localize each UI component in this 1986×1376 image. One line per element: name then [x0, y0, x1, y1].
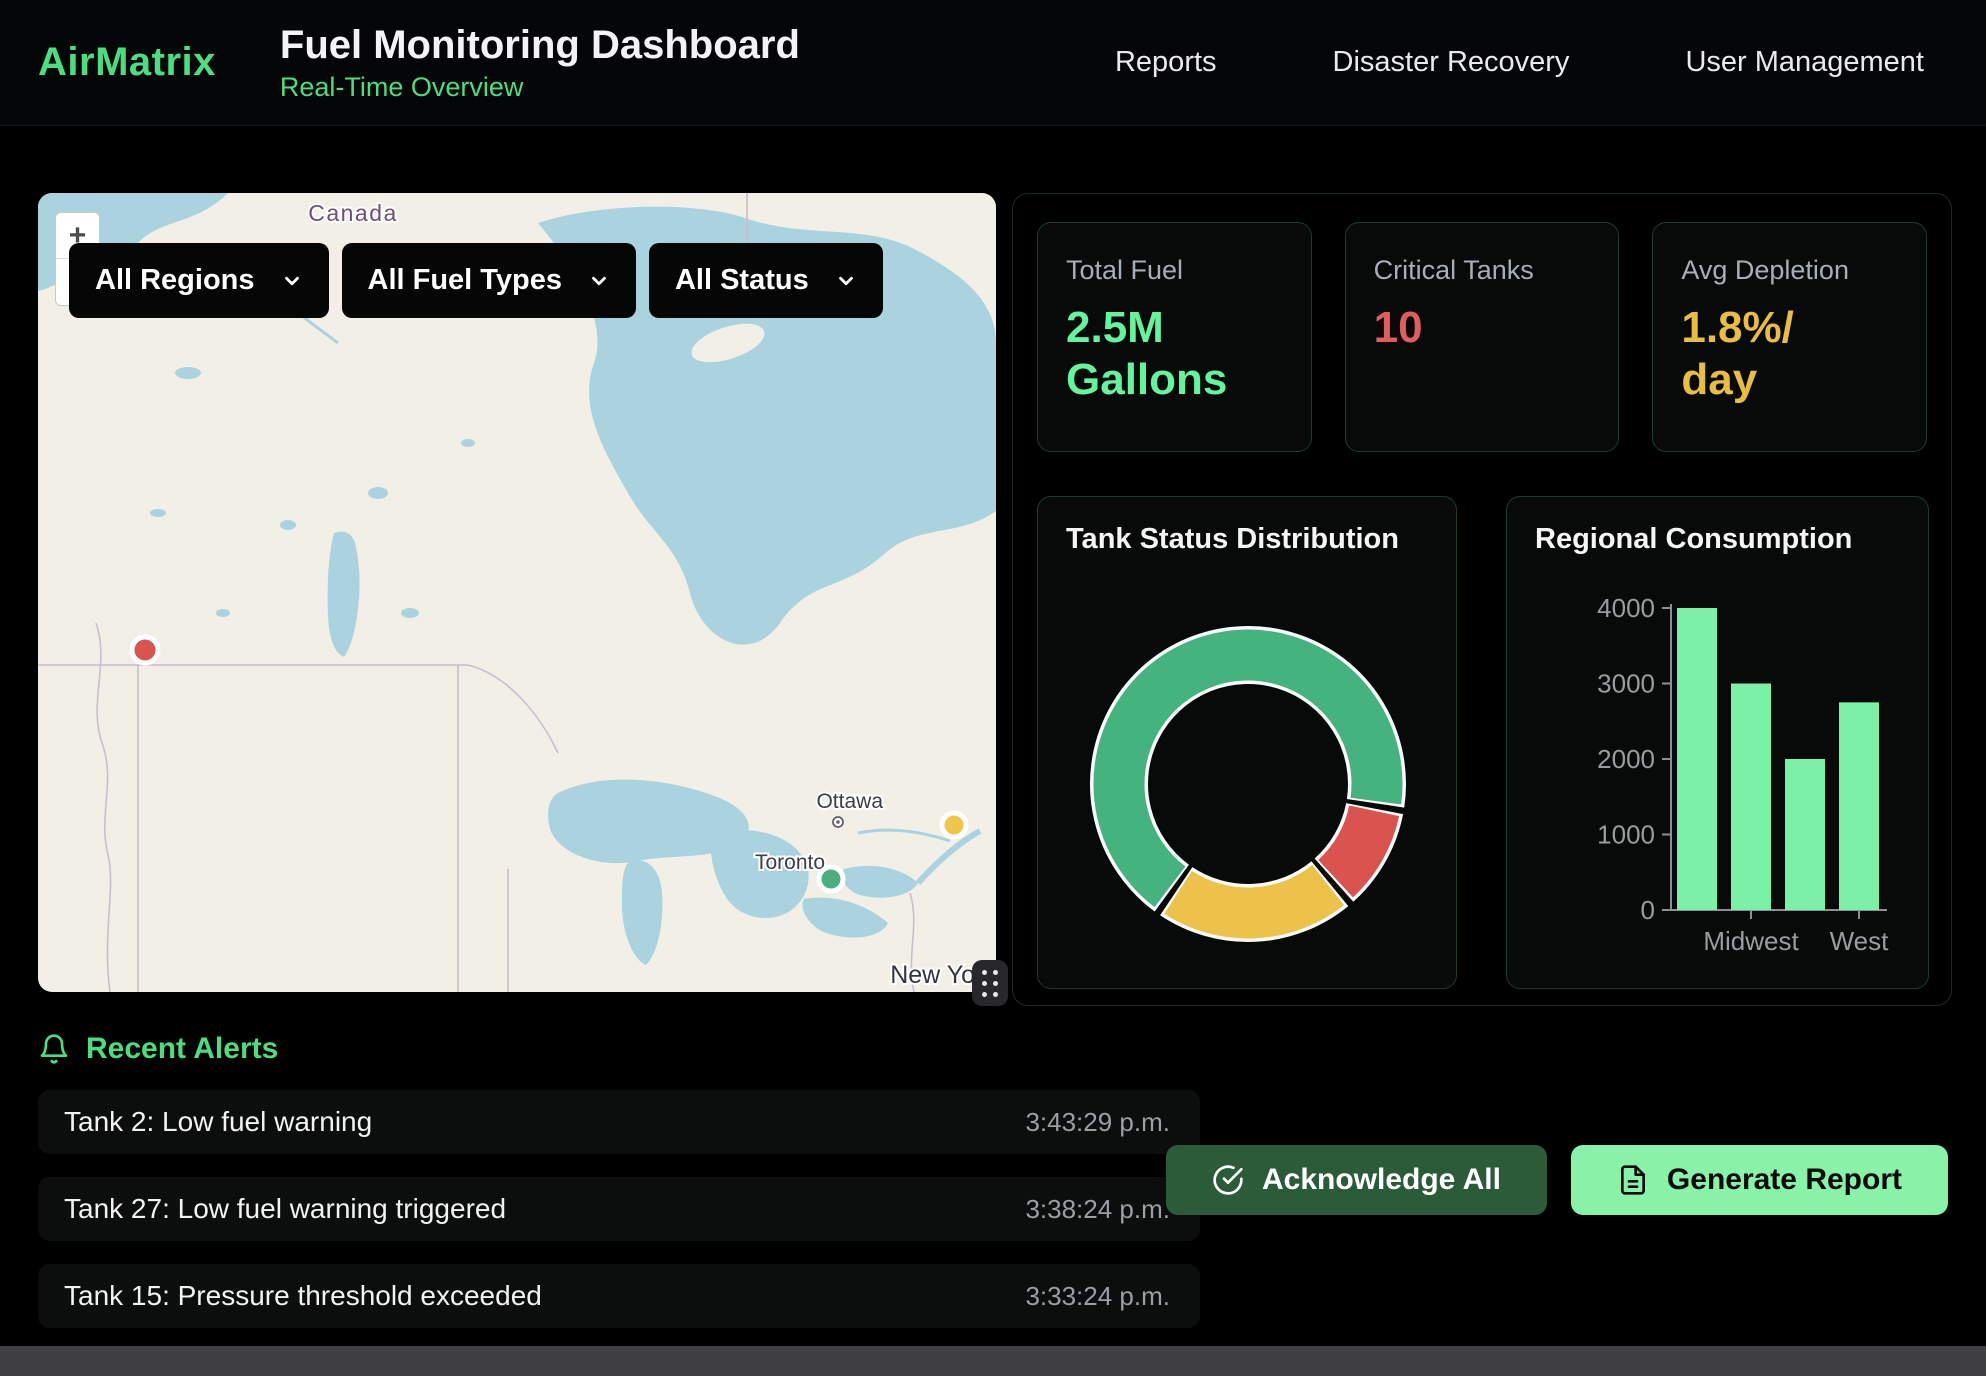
- svg-text:West: West: [1830, 926, 1890, 956]
- bell-icon: [38, 1033, 70, 1065]
- bar-chart-title: Regional Consumption: [1535, 523, 1900, 556]
- filter-label: All Regions: [95, 264, 255, 297]
- alert-message: Tank 2: Low fuel warning: [64, 1106, 372, 1138]
- bar-region-3: [1839, 702, 1879, 910]
- alert-message: Tank 27: Low fuel warning triggered: [64, 1193, 506, 1225]
- nav-reports[interactable]: Reports: [1115, 46, 1217, 79]
- chevron-down-icon: [588, 270, 610, 292]
- map-marker-warning[interactable]: [942, 813, 966, 837]
- alert-message: Tank 15: Pressure threshold exceeded: [64, 1280, 542, 1312]
- bar-region-2: [1785, 759, 1825, 910]
- charts-row: Tank Status Distribution Regional Consum…: [1037, 496, 1927, 989]
- stats-row: Total Fuel 2.5MGallons Critical Tanks 10 Avg…: [1037, 222, 1927, 452]
- main-content: Canada Ottawa Toronto New York + − All R…: [38, 193, 1952, 1006]
- alert-timestamp: 3:33:24 p.m.: [1025, 1281, 1170, 1312]
- svg-text:2000: 2000: [1597, 744, 1655, 774]
- regional-consumption-bar-chart: 0 1000 2000 3000 4000 Midwest West: [1535, 570, 1902, 956]
- window-bottom-bar: [0, 1346, 1986, 1376]
- donut-segment-yellow: [1178, 885, 1328, 913]
- nav-disaster-recovery[interactable]: Disaster Recovery: [1333, 46, 1570, 79]
- alerts-section: Recent Alerts Tank 2: Low fuel warning 3:…: [38, 1032, 1948, 1328]
- stat-card-critical-tanks: Critical Tanks 10: [1345, 222, 1620, 452]
- page-title: Fuel Monitoring Dashboard: [280, 23, 800, 68]
- map-markers: [132, 637, 966, 891]
- map-label-country: Canada: [308, 200, 398, 226]
- chevron-down-icon: [835, 270, 857, 292]
- svg-text:Midwest: Midwest: [1703, 926, 1799, 956]
- map-marker-critical[interactable]: [132, 637, 158, 663]
- alerts-header: Recent Alerts: [38, 1032, 1948, 1066]
- svg-text:0: 0: [1641, 895, 1655, 925]
- main-nav: Reports Disaster Recovery User Management: [1115, 46, 1924, 79]
- brand-logo: AirMatrix: [38, 40, 216, 85]
- app-header: AirMatrix Fuel Monitoring Dashboard Real…: [0, 0, 1986, 126]
- tank-status-donut-chart: [1066, 570, 1430, 950]
- filter-dropdown-all-status[interactable]: All Status: [649, 243, 883, 318]
- nav-user-management[interactable]: User Management: [1685, 46, 1924, 79]
- bar-region-0: [1677, 608, 1717, 910]
- svg-text:4000: 4000: [1597, 593, 1655, 623]
- alert-row: Tank 2: Low fuel warning 3:43:29 p.m.: [38, 1090, 1200, 1154]
- header-titles: Fuel Monitoring Dashboard Real-Time Over…: [280, 23, 800, 103]
- fuel-map[interactable]: Canada Ottawa Toronto New York + − All R…: [38, 193, 996, 992]
- chevron-down-icon: [281, 270, 303, 292]
- check-circle-icon: [1212, 1164, 1244, 1196]
- generate-report-label: Generate Report: [1667, 1163, 1902, 1197]
- filter-dropdown-all-regions[interactable]: All Regions: [69, 243, 329, 318]
- svg-text:3000: 3000: [1597, 669, 1655, 699]
- generate-report-button[interactable]: Generate Report: [1571, 1145, 1948, 1215]
- map-label-ottawa: Ottawa: [816, 790, 883, 813]
- filter-dropdown-all-fuel-types[interactable]: All Fuel Types: [342, 243, 636, 318]
- map-filter-bar: All Regions All Fuel Types All Status: [69, 243, 883, 318]
- svg-text:1000: 1000: [1597, 820, 1655, 850]
- map-marker-normal[interactable]: [819, 867, 843, 891]
- page-subtitle: Real-Time Overview: [280, 72, 800, 103]
- stat-value: 10: [1374, 302, 1591, 354]
- alert-timestamp: 3:38:24 p.m.: [1025, 1194, 1170, 1225]
- alert-row: Tank 27: Low fuel warning triggered 3:38:…: [38, 1177, 1200, 1241]
- filter-label: All Status: [675, 264, 809, 297]
- alert-row: Tank 15: Pressure threshold exceeded 3:33…: [38, 1264, 1200, 1328]
- alert-timestamp: 3:43:29 p.m.: [1025, 1107, 1170, 1138]
- stat-label: Critical Tanks: [1374, 255, 1591, 286]
- stat-card-avg-depletion: Avg Depletion 1.8%/day: [1652, 222, 1927, 452]
- stat-value: 2.5MGallons: [1066, 302, 1283, 406]
- regional-consumption-card: Regional Consumption 0 1000 2000 3000 4000 Mi…: [1506, 496, 1929, 989]
- bar-region-1: [1731, 684, 1771, 911]
- acknowledge-all-label: Acknowledge All: [1262, 1163, 1501, 1197]
- donut-chart-title: Tank Status Distribution: [1066, 523, 1428, 556]
- dashboard-page: AirMatrix Fuel Monitoring Dashboard Real…: [0, 0, 1986, 1376]
- action-buttons: Acknowledge All Generate Report: [1166, 1145, 1948, 1215]
- file-text-icon: [1617, 1164, 1649, 1196]
- filter-label: All Fuel Types: [368, 264, 562, 297]
- alerts-heading: Recent Alerts: [86, 1032, 278, 1066]
- stat-label: Avg Depletion: [1681, 255, 1898, 286]
- tank-status-card: Tank Status Distribution: [1037, 496, 1457, 989]
- ottawa-town-icon: [833, 817, 843, 827]
- alert-list: Tank 2: Low fuel warning3:43:29 p.m.Tank…: [38, 1090, 1200, 1328]
- map-label-toronto: Toronto: [755, 851, 825, 874]
- metrics-panel: Total Fuel 2.5MGallons Critical Tanks 10 Avg…: [1012, 193, 1952, 1006]
- acknowledge-all-button[interactable]: Acknowledge All: [1166, 1145, 1547, 1215]
- stat-label: Total Fuel: [1066, 255, 1283, 286]
- stat-card-total-fuel: Total Fuel 2.5MGallons: [1037, 222, 1312, 452]
- stat-value: 1.8%/day: [1681, 302, 1898, 406]
- map-drag-handle[interactable]: [972, 960, 1008, 1006]
